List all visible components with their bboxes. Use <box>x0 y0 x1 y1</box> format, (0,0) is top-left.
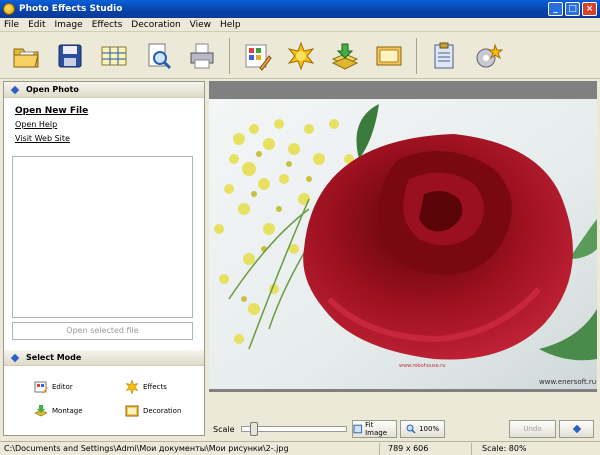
fit-image-icon <box>353 424 362 434</box>
print-icon <box>190 43 214 68</box>
preview-icon <box>148 43 172 69</box>
window-controls: _ □ × <box>548 2 597 16</box>
status-file-path: C:\Documents and Settings\Admi\Мои докум… <box>0 442 380 455</box>
zoom-icon <box>406 424 416 434</box>
save-disk-icon <box>58 44 82 67</box>
mode-decoration[interactable]: Decoration <box>125 404 181 418</box>
editor-icon <box>34 381 48 394</box>
photo-canvas[interactable]: www.robohouse.ru www.enersoft.ru <box>209 99 597 389</box>
grid-button[interactable] <box>97 39 131 73</box>
menu-bar: File Edit Image Effects Decoration View … <box>0 18 600 32</box>
mode-editor-label: Editor <box>52 383 73 391</box>
status-scale: Scale: 80% <box>482 443 527 453</box>
mode-montage[interactable]: Montage <box>34 404 83 418</box>
mode-decoration-label: Decoration <box>143 407 182 415</box>
file-list[interactable] <box>12 156 193 318</box>
image-viewer[interactable]: www.robohouse.ru www.enersoft.ru <box>209 81 597 392</box>
undo-button[interactable]: Undo <box>508 420 557 438</box>
mode-effects[interactable]: Effects <box>125 380 167 394</box>
edit-grid-icon <box>245 44 272 71</box>
select-mode-section: Select Mode <box>4 350 204 366</box>
print-button[interactable] <box>185 39 219 73</box>
watermark-text: www.enersoft.ru <box>539 378 596 386</box>
collapse-diamond-icon <box>10 85 20 94</box>
open-new-file-link[interactable]: Open New File <box>15 104 204 118</box>
arrow-diamond-icon <box>572 424 581 434</box>
mode-editor[interactable]: Editor <box>34 380 73 394</box>
status-bar: C:\Documents and Settings\Admi\Мои докум… <box>0 441 600 455</box>
mode-montage-label: Montage <box>52 407 83 415</box>
settings-icon <box>476 42 503 67</box>
scale-slider[interactable] <box>240 422 347 436</box>
app-icon <box>3 3 15 15</box>
toolbar-separator <box>416 37 417 74</box>
save-button[interactable] <box>53 39 87 73</box>
minimize-button[interactable]: _ <box>548 2 563 16</box>
clipboard-icon <box>434 42 454 68</box>
fit-image-button[interactable]: Fit Image <box>351 420 397 438</box>
left-panel: Open Photo Open New File Open Help Visit… <box>3 81 205 436</box>
open-photo-title: Open Photo <box>26 85 79 94</box>
zoom-100-button[interactable]: 100% <box>399 420 446 438</box>
select-mode-header[interactable]: Select Mode <box>4 350 204 366</box>
menu-effects[interactable]: Effects <box>92 20 123 30</box>
open-help-link[interactable]: Open Help <box>15 118 204 132</box>
select-mode-title: Select Mode <box>26 353 82 362</box>
menu-decoration[interactable]: Decoration <box>131 20 180 30</box>
picture-button[interactable] <box>372 39 406 73</box>
window-title: Photo Effects Studio <box>19 4 123 14</box>
menu-image[interactable]: Image <box>55 20 83 30</box>
menu-edit[interactable]: Edit <box>28 20 45 30</box>
toolbar-separator <box>229 37 230 74</box>
menu-view[interactable]: View <box>190 20 211 30</box>
import-icon <box>331 43 359 70</box>
montage-icon <box>34 405 48 417</box>
maximize-button[interactable]: □ <box>565 2 580 16</box>
visit-web-site-link[interactable]: Visit Web Site <box>15 132 204 146</box>
zoom-100-label: 100% <box>419 425 440 433</box>
edit-grid-button[interactable] <box>240 39 274 73</box>
effects-sun-icon <box>287 41 315 70</box>
scale-slider-thumb[interactable] <box>249 422 258 436</box>
status-dimensions: 789 x 606 <box>380 442 472 455</box>
preview-button[interactable] <box>141 39 175 73</box>
decoration-frame-icon <box>125 405 139 417</box>
next-arrow-button[interactable] <box>559 420 594 438</box>
effects-sun-icon <box>125 380 139 394</box>
open-folder-icon <box>13 48 39 67</box>
grid-icon <box>101 46 127 65</box>
scale-label: Scale <box>213 424 235 434</box>
collapse-diamond-icon <box>10 353 20 362</box>
title-bar: Photo Effects Studio _ □ × <box>0 0 600 18</box>
open-folder-button[interactable] <box>9 39 43 73</box>
open-photo-header[interactable]: Open Photo <box>4 82 204 98</box>
close-button[interactable]: × <box>582 2 597 16</box>
settings-button[interactable] <box>471 39 505 73</box>
clipboard-button[interactable] <box>427 39 461 73</box>
toolbar <box>0 33 600 79</box>
open-selected-file-button[interactable]: Open selected file <box>12 322 193 340</box>
mode-effects-label: Effects <box>143 383 167 391</box>
menu-help[interactable]: Help <box>220 20 241 30</box>
import-button[interactable] <box>328 39 362 73</box>
fit-image-label: Fit Image <box>365 421 388 437</box>
svg-text:www.robohouse.ru: www.robohouse.ru <box>399 363 446 369</box>
zoom-controls: Scale Fit Image 100% Undo <box>209 418 597 440</box>
rose-photo: www.robohouse.ru www.enersoft.ru <box>209 99 597 389</box>
picture-icon <box>376 46 402 65</box>
effects-button[interactable] <box>284 39 318 73</box>
menu-file[interactable]: File <box>4 20 19 30</box>
